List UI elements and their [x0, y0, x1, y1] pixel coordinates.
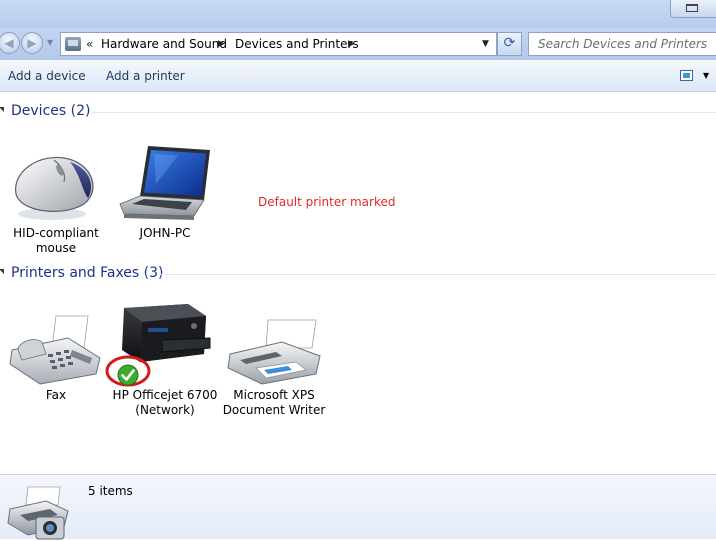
recent-pages-dropdown-icon[interactable]: ▼ — [47, 38, 53, 47]
device-label-line: JOHN-PC — [139, 226, 191, 240]
annotation-text: Default printer marked — [258, 195, 396, 209]
window-title-bar — [0, 0, 716, 28]
device-label-line: Fax — [45, 388, 67, 402]
printers-group-title[interactable]: Printers and Faxes (3) — [11, 265, 164, 281]
search-input[interactable] — [529, 33, 716, 55]
back-button[interactable]: ◀ — [0, 32, 20, 54]
device-label-line: HID-compliant — [13, 226, 99, 240]
address-bar-row: ◀ ▶ ▼ « Hardware and Sound ▶ Devices and… — [0, 28, 716, 60]
device-label-line: Document Writer — [222, 403, 326, 417]
device-label-line: HP Officejet 6700 — [112, 388, 218, 402]
command-bar: Add a device Add a printer ▼ — [0, 60, 716, 92]
devices-and-printers-icon — [7, 486, 69, 540]
add-printer-button[interactable]: Add a printer — [106, 69, 185, 83]
device-label-line: mouse — [35, 241, 77, 255]
breadcrumb-hardware-and-sound[interactable]: Hardware and Sound — [101, 37, 227, 51]
mouse-icon — [15, 156, 94, 220]
device-label-line: Microsoft XPS — [233, 388, 315, 402]
breadcrumb-overflow[interactable]: « — [86, 37, 93, 51]
devices-group-header[interactable]: Devices (2) — [0, 103, 716, 121]
breadcrumb-devices-and-printers[interactable]: Devices and Printers — [235, 37, 359, 51]
printers-group-header[interactable]: Printers and Faxes (3) — [0, 265, 716, 283]
address-box[interactable]: « Hardware and Sound ▶ Devices and Print… — [60, 32, 497, 56]
view-options-dropdown-icon[interactable]: ▼ — [703, 71, 709, 80]
control-panel-icon — [65, 37, 81, 51]
breadcrumb-chevron-icon[interactable]: ▶ — [218, 39, 225, 49]
details-pane: 5 items — [0, 474, 716, 540]
maximize-button[interactable] — [670, 0, 716, 18]
group-divider — [92, 112, 716, 113]
breadcrumb-chevron-icon[interactable]: ▶ — [348, 39, 355, 49]
search-box[interactable] — [528, 32, 716, 56]
laptop-icon — [119, 146, 210, 220]
address-dropdown-icon[interactable]: ▼ — [482, 39, 489, 49]
change-view-icon[interactable] — [680, 70, 693, 81]
refresh-button[interactable]: ⟳ — [497, 32, 522, 56]
add-device-button[interactable]: Add a device — [8, 69, 86, 83]
group-divider — [160, 274, 716, 275]
default-checkmark-icon — [117, 364, 139, 386]
refresh-icon: ⟳ — [503, 35, 516, 51]
collapse-arrow-icon[interactable] — [0, 269, 4, 274]
item-count: 5 items — [88, 484, 133, 498]
collapse-arrow-icon[interactable] — [0, 107, 4, 112]
devices-group-title[interactable]: Devices (2) — [11, 103, 90, 119]
printer-icon — [227, 319, 321, 385]
forward-button[interactable]: ▶ — [21, 32, 43, 54]
device-label-line: (Network) — [135, 403, 195, 417]
fax-icon — [9, 315, 101, 385]
